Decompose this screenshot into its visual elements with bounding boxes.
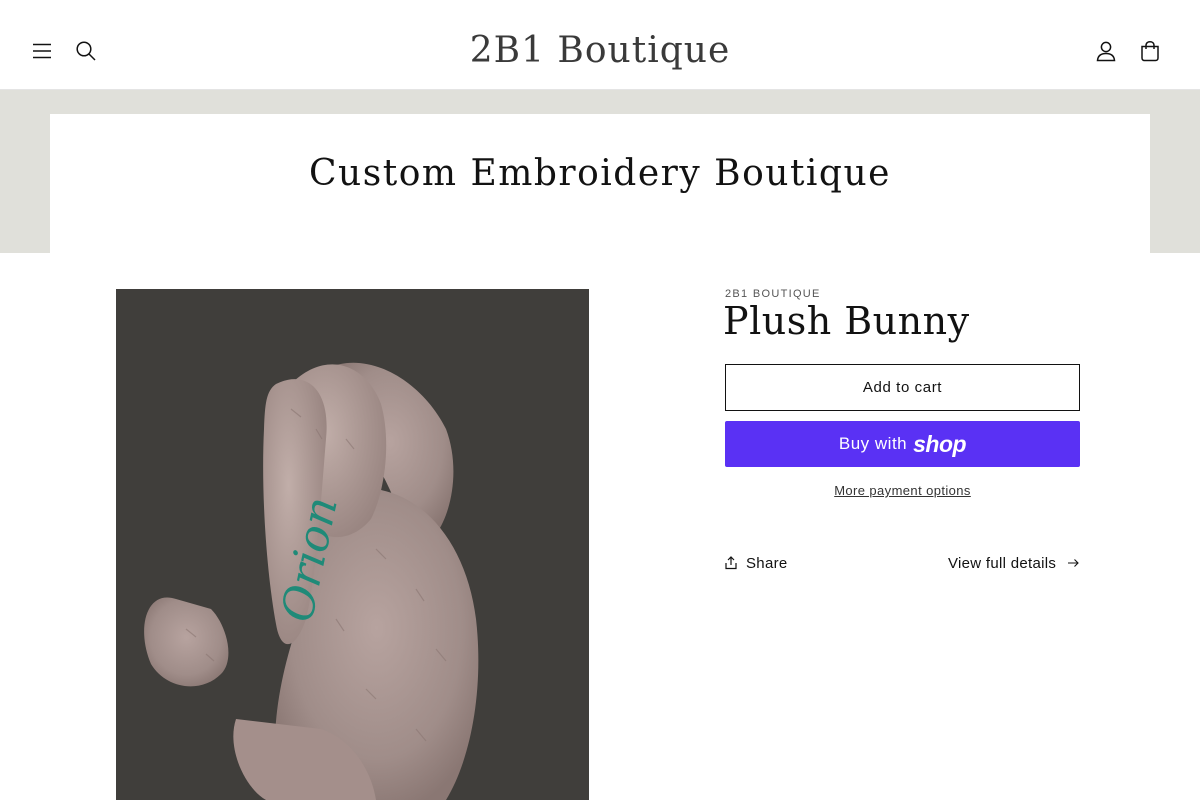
banner-title: Custom Embroidery Boutique [309, 153, 891, 194]
buy-with-shop-button[interactable]: Buy with shop [725, 421, 1080, 467]
share-label: Share [746, 554, 788, 572]
add-to-cart-label: Add to cart [862, 379, 943, 396]
shop-pay-logo: shop [913, 430, 967, 457]
product-title: Plush Bunny [723, 299, 970, 343]
account-button[interactable] [1090, 35, 1122, 67]
site-header: 2B1 Boutique [0, 0, 1200, 90]
cart-button[interactable] [1134, 35, 1166, 67]
account-icon [1096, 41, 1116, 62]
store-logo[interactable]: 2B1 Boutique [0, 26, 1200, 76]
share-icon [725, 556, 737, 570]
more-payment-options-link[interactable]: More payment options [834, 483, 971, 498]
view-details-label: View full details [948, 554, 1057, 572]
buy-with-label: Buy with [838, 434, 908, 453]
collection-banner: Custom Embroidery Boutique [0, 90, 1200, 253]
cart-icon [1141, 41, 1159, 62]
share-button[interactable]: Share [724, 551, 788, 575]
arrow-right-icon [1068, 559, 1079, 567]
add-to-cart-button[interactable]: Add to cart [725, 364, 1080, 411]
product-image[interactable]: Orion [116, 289, 589, 800]
view-full-details-link[interactable]: View full details [948, 551, 1080, 575]
banner-card: Custom Embroidery Boutique [50, 114, 1150, 253]
plush-bunny-image: Orion [144, 362, 479, 800]
more-payment-options: More payment options [725, 483, 1080, 498]
